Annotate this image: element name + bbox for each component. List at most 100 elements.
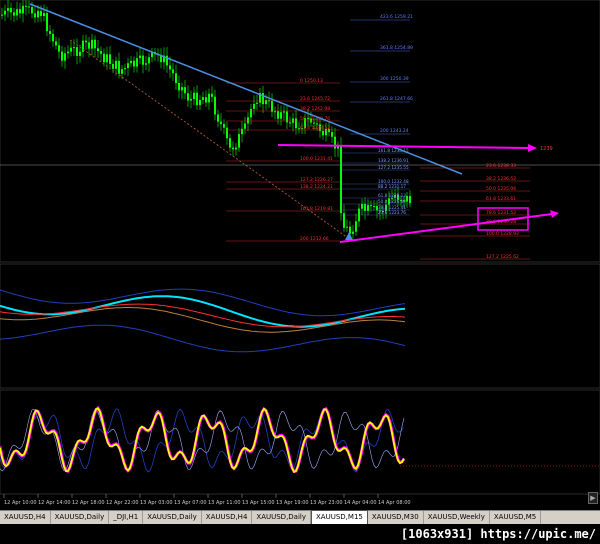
fib-upper-label: 300 1250.39	[380, 76, 409, 82]
macd-bar	[118, 325, 120, 342]
macd-bar	[250, 325, 252, 346]
macd-bar	[145, 320, 147, 325]
fib-upper-label: 200 1243.24	[380, 128, 409, 134]
macd-bar	[154, 317, 156, 325]
tab-chart-6[interactable]: XAUUSD,Daily	[252, 511, 312, 524]
fib-red-label: 200 1212.66	[300, 236, 329, 242]
candle-body	[190, 98, 192, 101]
macd-bar	[301, 289, 303, 325]
fib-red-label: 0 1250.13	[300, 78, 323, 84]
macd-bar	[10, 302, 12, 325]
candle-body	[70, 47, 72, 52]
tab-chart-1[interactable]: XAUUSD,H4	[0, 511, 51, 524]
macd-bar	[235, 325, 237, 343]
candle-body	[76, 47, 78, 56]
candle-body	[322, 130, 324, 136]
tab-chart-10[interactable]: XAUUSD,M5	[490, 511, 542, 524]
fib-right-label: 100.0 1228.93	[486, 231, 519, 237]
candle-body	[247, 117, 249, 124]
macd-bar	[193, 302, 195, 325]
fib-red-label: 100.0 1231.41	[300, 156, 333, 162]
tab-chart-8[interactable]: XAUUSD,M30	[368, 511, 424, 524]
fib-mid-label: 50.0 1226.80	[378, 199, 406, 204]
fib-red-label: 127.2 1226.27	[300, 177, 333, 183]
candle-body	[202, 97, 204, 100]
stoch-panel	[0, 389, 600, 495]
candle-body	[313, 122, 315, 124]
candle-body	[31, 7, 33, 14]
candle-body	[409, 195, 411, 204]
candle-body	[4, 10, 6, 15]
fib-mid-label: 127.2 1235.55	[378, 165, 409, 170]
candle-body	[244, 123, 246, 129]
macd-bar	[214, 325, 216, 345]
candle-body	[289, 122, 291, 124]
tab-chart-7-active[interactable]: XAUUSD,M15	[311, 510, 368, 524]
candle-body	[196, 92, 198, 106]
candle-body	[292, 118, 294, 123]
macd-bar	[313, 299, 315, 325]
macd-bar	[256, 325, 258, 350]
macd-bar	[352, 322, 354, 325]
candle-body	[280, 112, 282, 119]
tab-chart-5[interactable]: XAUUSD,H4	[202, 511, 253, 524]
candle-body	[217, 114, 219, 122]
fib-right-label: 127.2 1225.62	[486, 254, 519, 260]
candle-body	[13, 12, 15, 16]
candle-body	[49, 31, 51, 34]
candle-body	[226, 127, 228, 139]
candle-body	[199, 99, 201, 106]
candle-body	[211, 93, 213, 97]
macd-bar	[217, 325, 219, 347]
macd-bar	[136, 321, 138, 325]
candle-body	[10, 8, 12, 13]
macd-bar	[124, 325, 126, 332]
candle-body	[265, 100, 267, 105]
candle-body	[253, 103, 255, 109]
macd-bar	[37, 306, 39, 325]
time-label: 13 Apr 11:00	[208, 500, 241, 506]
macd-bar	[304, 290, 306, 325]
macd-bar	[160, 311, 162, 325]
macd-bar	[247, 325, 249, 344]
macd-bar	[259, 325, 261, 351]
fib-mid-label: 138.2 1236.91	[378, 158, 409, 163]
macd-bar	[178, 288, 180, 325]
macd-bar	[100, 325, 102, 364]
tab-chart-9[interactable]: XAUUSD,Weekly	[424, 511, 490, 524]
candle-body	[106, 54, 108, 63]
fib-right-label: 23.6 1238.33	[486, 163, 516, 169]
scroll-right-icon[interactable]: ▶	[588, 492, 598, 504]
candle-body	[175, 73, 177, 84]
candle-body	[250, 108, 252, 118]
macd-bar	[289, 302, 291, 325]
candle-body	[352, 231, 354, 234]
macd-bar	[103, 325, 105, 364]
macd-bar	[271, 325, 273, 343]
tab-chart-2[interactable]: XAUUSD,Daily	[51, 511, 110, 524]
candle-body	[223, 124, 225, 128]
macd-bar	[268, 325, 270, 347]
candle-body	[340, 145, 342, 214]
fib-right-label: 61.8 1233.61	[486, 196, 516, 202]
macd-bar	[142, 321, 144, 325]
macd-bar	[79, 325, 81, 331]
macd-bar	[115, 325, 117, 348]
candle-body	[181, 87, 183, 91]
candle-body	[97, 48, 99, 52]
fib-red-label: 38.2 1242.98	[300, 106, 330, 112]
candle-body	[139, 55, 141, 59]
candle-body	[88, 42, 90, 49]
tab-chart-3[interactable]: _DJI,H1	[109, 511, 144, 524]
macd-bar	[310, 295, 312, 325]
candle-body	[355, 221, 357, 232]
macd-bar	[139, 321, 141, 325]
candle-body	[205, 97, 207, 103]
candle-body	[73, 47, 75, 49]
macd-bar	[163, 307, 165, 325]
chart-canvas[interactable]: 423.6 1259.21 361.8 1254.89 300 1250.39 261…	[0, 0, 600, 544]
tab-chart-4[interactable]: XAUUSD,Daily	[143, 511, 202, 524]
macd-bar	[151, 319, 153, 325]
macd-bar	[208, 325, 210, 336]
macd-bar	[202, 323, 204, 325]
